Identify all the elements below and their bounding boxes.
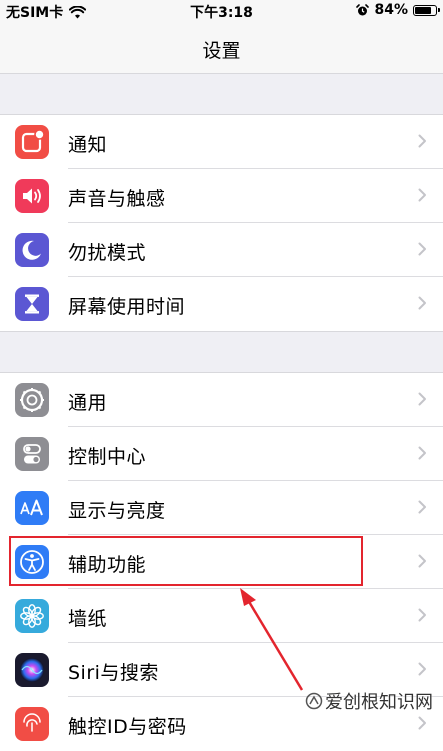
watermark-text: 爱创根知识网 [325, 692, 433, 713]
watermark: 爱创根知识网 [305, 688, 433, 714]
red-arrow-annotation [240, 588, 304, 691]
watermark-logo-icon [305, 692, 323, 710]
